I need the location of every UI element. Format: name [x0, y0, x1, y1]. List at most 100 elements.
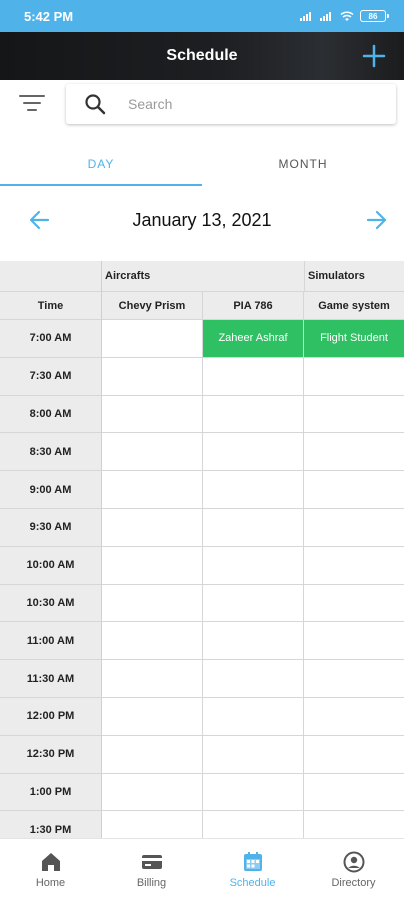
time-column-header: Time — [0, 292, 102, 320]
column-header: Game system — [304, 292, 404, 320]
time-slot-label: 9:30 AM — [0, 508, 102, 547]
page-title: Schedule — [166, 47, 238, 64]
schedule-cell[interactable] — [203, 357, 304, 396]
group-aircrafts: Aircrafts — [102, 261, 305, 292]
table-row: 11:00 AM — [0, 622, 404, 661]
search-input[interactable] — [128, 96, 368, 112]
schedule-cell[interactable] — [102, 508, 203, 547]
table-row: 9:30 AM — [0, 508, 404, 547]
schedule-cell[interactable] — [203, 660, 304, 698]
table-row: 7:00 AM Zaheer Ashraf Flight Student — [0, 320, 404, 358]
schedule-cell[interactable] — [304, 471, 404, 509]
time-slot-label: 7:30 AM — [0, 357, 102, 396]
table-row: 10:00 AM — [0, 546, 404, 585]
schedule-cell[interactable] — [203, 433, 304, 472]
table-row: 11:30 AM — [0, 660, 404, 698]
column-header: PIA 786 — [203, 292, 304, 320]
group-simulators: Simulators — [305, 261, 404, 292]
schedule-cell[interactable] — [102, 320, 203, 358]
column-header: Chevy Prism — [102, 292, 203, 320]
calendar-icon — [243, 852, 262, 871]
wifi-icon — [340, 10, 354, 21]
status-bar: 5:42 PM 86 — [0, 0, 404, 32]
schedule-cell[interactable] — [102, 584, 203, 623]
schedule-cell[interactable] — [102, 773, 203, 812]
schedule-cell[interactable] — [304, 546, 404, 585]
slot-rows: 7:00 AM Zaheer Ashraf Flight Student 7:30 A… — [0, 320, 404, 850]
signal-icon — [300, 12, 311, 21]
schedule-cell[interactable] — [203, 508, 304, 547]
booking-cell[interactable]: Flight Student — [304, 320, 404, 358]
schedule-cell[interactable] — [304, 508, 404, 547]
tab-day[interactable]: DAY — [0, 140, 202, 188]
schedule-cell[interactable] — [203, 735, 304, 774]
schedule-cell[interactable] — [102, 433, 203, 472]
schedule-cell[interactable] — [203, 584, 304, 623]
schedule-cell[interactable] — [203, 395, 304, 434]
time-slot-label: 12:30 PM — [0, 735, 102, 774]
nav-home-label: Home — [35, 877, 66, 889]
search-box[interactable] — [66, 84, 396, 124]
status-icons: 86 — [300, 10, 389, 22]
tab-month[interactable]: MONTH — [202, 140, 404, 188]
table-row: 7:30 AM — [0, 357, 404, 396]
app-header: Schedule — [0, 32, 404, 80]
schedule-cell[interactable] — [102, 546, 203, 585]
schedule-cell[interactable] — [102, 357, 203, 396]
time-slot-label: 7:00 AM — [0, 320, 102, 358]
schedule-cell[interactable] — [304, 660, 404, 698]
schedule-cell[interactable] — [304, 584, 404, 623]
battery-icon: 86 — [360, 10, 389, 22]
time-slot-label: 10:30 AM — [0, 584, 102, 623]
date-navigation: January 13, 2021 — [0, 196, 404, 244]
filter-icon[interactable] — [18, 92, 46, 114]
schedule-cell[interactable] — [203, 622, 304, 661]
time-slot-label: 8:30 AM — [0, 433, 102, 472]
arrow-right-icon[interactable] — [364, 208, 388, 232]
time-slot-label: 11:30 AM — [0, 660, 102, 698]
nav-directory[interactable]: Directory — [303, 839, 404, 900]
bottom-navigation: Home Billing Schedule Directory — [0, 838, 404, 900]
nav-billing-label: Billing — [136, 877, 167, 889]
schedule-cell[interactable] — [102, 622, 203, 661]
schedule-cell[interactable] — [102, 660, 203, 698]
booking-cell[interactable]: Zaheer Ashraf — [203, 320, 304, 358]
user-circle-icon — [343, 851, 364, 873]
schedule-cell[interactable] — [304, 433, 404, 472]
schedule-cell[interactable] — [304, 357, 404, 396]
nav-schedule[interactable]: Schedule — [202, 839, 303, 900]
plus-icon[interactable] — [360, 42, 388, 70]
schedule-cell[interactable] — [203, 773, 304, 812]
time-slot-label: 12:00 PM — [0, 697, 102, 736]
battery-level: 86 — [368, 11, 378, 21]
schedule-cell[interactable] — [203, 471, 304, 509]
schedule-grid: Aircrafts Simulators Time Chevy Prism PI… — [0, 261, 404, 850]
table-row: 8:00 AM — [0, 395, 404, 434]
arrow-left-icon[interactable] — [28, 208, 52, 232]
schedule-cell[interactable] — [304, 735, 404, 774]
schedule-cell[interactable] — [102, 471, 203, 509]
view-tabs: DAY MONTH — [0, 140, 404, 188]
search-icon — [85, 94, 106, 115]
schedule-cell[interactable] — [304, 697, 404, 736]
time-slot-label: 11:00 AM — [0, 622, 102, 661]
schedule-cell[interactable] — [102, 735, 203, 774]
group-header-row: Aircrafts Simulators — [0, 261, 404, 292]
schedule-cell[interactable] — [102, 395, 203, 434]
schedule-cell[interactable] — [304, 395, 404, 434]
schedule-cell[interactable] — [203, 546, 304, 585]
schedule-cell[interactable] — [203, 697, 304, 736]
current-date: January 13, 2021 — [132, 209, 272, 230]
schedule-cell[interactable] — [304, 773, 404, 812]
table-row: 12:30 PM — [0, 735, 404, 774]
time-slot-label: 1:00 PM — [0, 773, 102, 812]
table-row: 8:30 AM — [0, 433, 404, 472]
schedule-cell[interactable] — [102, 697, 203, 736]
schedule-cell[interactable] — [304, 622, 404, 661]
table-row: 1:00 PM — [0, 773, 404, 812]
nav-billing[interactable]: Billing — [101, 839, 202, 900]
card-icon — [141, 855, 162, 869]
home-icon — [41, 853, 60, 871]
nav-home[interactable]: Home — [0, 839, 101, 900]
column-header-row: Time Chevy Prism PIA 786 Game system — [0, 292, 404, 320]
